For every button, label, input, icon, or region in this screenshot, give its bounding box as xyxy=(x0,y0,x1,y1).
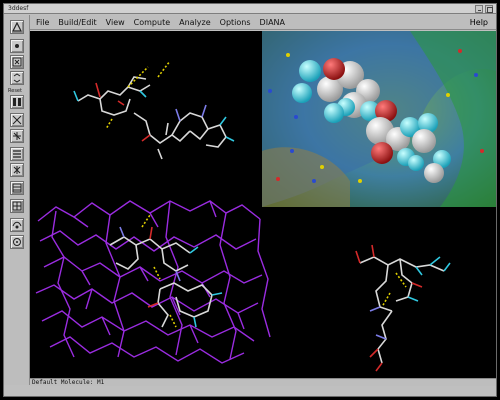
select-tool-icon[interactable] xyxy=(10,20,24,34)
align-tool-icon[interactable] xyxy=(10,147,24,161)
status-bar: Default Molecule: M1 xyxy=(30,378,496,386)
titlebar[interactable]: 3ddesf xyxy=(4,4,496,14)
menubar: File Build/Edit View Compute Analyze Opt… xyxy=(30,15,496,30)
minimize-icon[interactable] xyxy=(475,5,483,13)
status-text: Default Molecule: M1 xyxy=(32,379,105,386)
menu-analyze[interactable]: Analyze xyxy=(179,18,211,27)
center-tool-icon[interactable] xyxy=(10,235,24,249)
molecular-viewport[interactable] xyxy=(30,31,496,378)
menu-compute[interactable]: Compute xyxy=(134,18,170,27)
menu-build-edit[interactable]: Build/Edit xyxy=(58,18,96,27)
window-title: 3ddesf xyxy=(8,5,29,12)
app-window: 3ddesf Reset File Build/Edit View Comput… xyxy=(3,3,497,397)
surface-tool-icon[interactable] xyxy=(10,129,24,143)
rotate-tool-icon[interactable] xyxy=(10,71,24,85)
grid-tool-icon[interactable] xyxy=(10,199,24,213)
measure-tool-icon[interactable] xyxy=(10,113,24,127)
menu-help[interactable]: Help xyxy=(470,18,488,27)
menu-diana[interactable]: DIANA xyxy=(260,18,285,27)
zoom-tool-icon[interactable] xyxy=(10,95,24,109)
label-tool-icon[interactable] xyxy=(10,163,24,177)
molecule-canvas[interactable] xyxy=(30,31,496,378)
menu-options[interactable]: Options xyxy=(220,18,251,27)
surface-panel[interactable] xyxy=(262,31,496,207)
menu-view[interactable]: View xyxy=(106,18,125,27)
ligand-bottom-right[interactable] xyxy=(355,244,451,372)
menu-file[interactable]: File xyxy=(36,18,49,27)
sequence-tool-icon[interactable] xyxy=(10,181,24,195)
render-tool-icon[interactable] xyxy=(10,218,24,232)
tool-palette: Reset xyxy=(4,15,30,385)
protein-complex[interactable] xyxy=(35,200,271,364)
move-tool-icon[interactable] xyxy=(10,55,24,69)
reset-label: Reset xyxy=(8,88,22,94)
build-tool-icon[interactable] xyxy=(10,39,24,53)
ligand-top-left[interactable] xyxy=(73,60,235,160)
maximize-icon[interactable] xyxy=(485,5,493,13)
